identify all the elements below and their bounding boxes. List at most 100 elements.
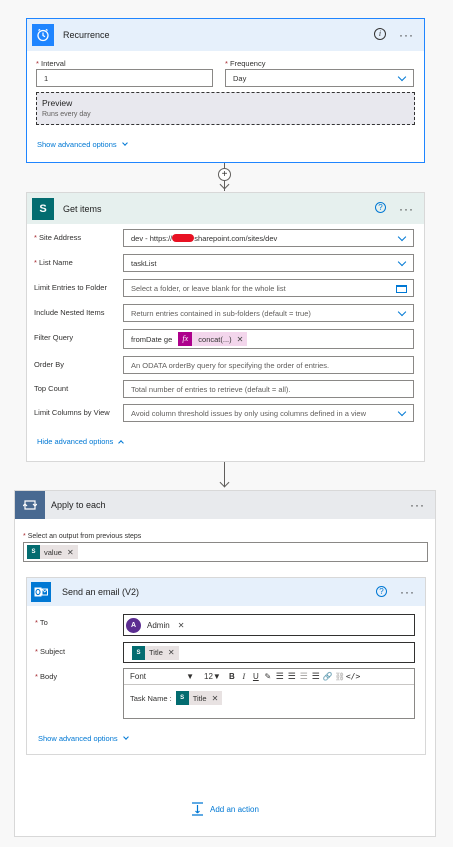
underline-button[interactable]: U (250, 672, 262, 681)
limit-folder-input[interactable]: Select a folder, or leave blank for the … (123, 279, 414, 297)
chevron-down-icon (397, 232, 407, 242)
color-pen-icon[interactable]: ✎ (262, 672, 274, 681)
preview-title: Preview (42, 98, 73, 108)
subject-input[interactable]: S Title ✕ (123, 642, 415, 663)
order-by-label: Order By (34, 360, 65, 369)
filter-query-label: Filter Query (34, 333, 74, 342)
value-token[interactable]: S value ✕ (27, 545, 78, 559)
more-options-button[interactable]: ··· (410, 499, 425, 511)
nested-items-select[interactable]: Return entries contained in sub-folders … (123, 304, 414, 322)
sharepoint-icon: S (27, 545, 40, 559)
redaction-mark (172, 234, 195, 242)
list-name-select[interactable]: taskList (123, 254, 414, 272)
remove-token-icon[interactable]: ✕ (168, 648, 175, 657)
limit-columns-label: Limit Columns by View (34, 408, 110, 417)
send-email-header[interactable]: Send an email (V2) ? ··· (27, 578, 425, 606)
frequency-select[interactable]: Day (225, 69, 414, 87)
frequency-label: * Frequency (225, 59, 266, 68)
frequency-value: Day (233, 73, 247, 83)
chevron-down-icon (397, 307, 407, 317)
avatar: A (126, 617, 141, 633)
remove-token-icon[interactable]: ✕ (212, 694, 219, 703)
indent-icon[interactable]: ☰ (310, 671, 322, 682)
preview-text: Runs every day (42, 111, 91, 118)
admin-recipient-token[interactable]: A Admin ✕ (126, 617, 185, 633)
body-label-text: Body (40, 672, 58, 681)
folder-icon[interactable] (396, 285, 407, 293)
code-view-icon[interactable]: </> (346, 672, 360, 681)
site-address-label: * Site Address (34, 233, 82, 242)
interval-label-text: Interval (41, 59, 66, 68)
body-title-token-label: Title (192, 693, 207, 703)
hide-advanced-label: Hide advanced options (37, 437, 114, 446)
admin-token-label: Admin (147, 620, 170, 630)
show-advanced-options-link[interactable]: Show advanced options (37, 140, 128, 149)
body-content[interactable]: Task Name : S Title ✕ (130, 691, 223, 705)
top-count-placeholder: Total number of entries to retrieve (def… (131, 384, 291, 394)
more-options-button[interactable]: ··· (400, 586, 415, 598)
nested-items-label: Include Nested Items (34, 308, 105, 317)
title-token[interactable]: S Title ✕ (175, 691, 223, 705)
interval-input[interactable]: 1 (36, 69, 213, 87)
hide-advanced-options-link[interactable]: Hide advanced options (37, 437, 125, 446)
help-icon[interactable]: ? (376, 586, 387, 597)
title-token[interactable]: S Title ✕ (132, 645, 179, 660)
bold-button[interactable]: B (226, 672, 238, 681)
add-action-label: Add an action (210, 804, 259, 814)
top-count-input[interactable]: Total number of entries to retrieve (def… (123, 380, 414, 398)
font-select[interactable]: Font ▼ (130, 672, 194, 681)
bullet-list-icon[interactable]: ☰ (274, 671, 286, 682)
send-email-title: Send an email (V2) (62, 587, 140, 597)
chevron-down-icon (397, 72, 407, 82)
font-size-select[interactable]: 12▼ (204, 672, 221, 681)
get-items-header[interactable]: S Get items ? ··· (27, 193, 424, 224)
output-select-input[interactable]: S value ✕ (23, 542, 428, 562)
filter-query-input[interactable]: fromDate ge fx concat(...) ✕ (123, 329, 414, 349)
chevron-up-icon (118, 440, 125, 446)
body-editor: Font ▼ 12▼ B I U ✎ ☰ ☰ ☰ ☰ 🔗 ⛓ </> Task N… (123, 668, 415, 719)
dropdown-arrow-icon: ▼ (212, 672, 221, 681)
site-address-select[interactable]: dev - https:// sharepoint.com/sites/dev (123, 229, 414, 247)
get-items-card: S Get items ? ··· * Site Address dev - h… (26, 192, 425, 462)
help-icon[interactable]: ? (375, 202, 386, 213)
to-label-text: To (39, 618, 48, 627)
rich-text-toolbar: Font ▼ 12▼ B I U ✎ ☰ ☰ ☰ ☰ 🔗 ⛓ </> (124, 669, 414, 685)
chevron-down-icon (397, 257, 407, 267)
filter-query-text: fromDate ge (131, 334, 173, 344)
info-icon[interactable]: i (374, 28, 386, 40)
outlook-icon (31, 582, 51, 602)
sharepoint-icon: S (132, 645, 145, 660)
numbered-list-icon[interactable]: ☰ (286, 671, 298, 682)
chevron-down-icon (122, 734, 129, 740)
italic-button[interactable]: I (238, 672, 250, 681)
to-input[interactable]: A Admin ✕ (123, 614, 415, 636)
concat-label: concat(...) (198, 334, 232, 344)
recurrence-header[interactable]: Recurrence i ··· (27, 19, 424, 51)
remove-token-icon[interactable]: ✕ (237, 335, 244, 344)
apply-to-each-title: Apply to each (51, 500, 106, 510)
value-token-label: value (44, 547, 62, 557)
remove-token-icon[interactable]: ✕ (67, 548, 74, 557)
more-options-button[interactable]: ··· (399, 29, 414, 41)
order-by-input[interactable]: An ODATA orderBy query for specifying th… (123, 356, 414, 374)
apply-to-each-header[interactable]: Apply to each ··· (15, 491, 435, 519)
arrow-down-icon (219, 477, 230, 488)
add-action-button[interactable]: Add an action (191, 802, 259, 816)
show-advanced-label: Show advanced options (38, 734, 118, 743)
top-count-label: Top Count (34, 384, 69, 393)
site-address-suffix: sharepoint.com/sites/dev (194, 233, 278, 243)
recurrence-title: Recurrence (63, 30, 110, 40)
show-advanced-options-link[interactable]: Show advanced options (38, 734, 129, 743)
apply-to-each-card: Apply to each ··· * Select an output fro… (14, 490, 436, 837)
limit-folder-label: Limit Entries to Folder (34, 283, 107, 292)
more-options-button[interactable]: ··· (399, 203, 414, 215)
concat-expression-token[interactable]: fx concat(...) ✕ (178, 332, 248, 346)
interval-value: 1 (44, 73, 49, 83)
outdent-icon[interactable]: ☰ (298, 671, 310, 682)
arrow-down-icon (219, 179, 230, 190)
link-icon[interactable]: 🔗 (322, 672, 334, 681)
limit-columns-select[interactable]: Avoid column threshold issues by only us… (123, 404, 414, 422)
unlink-icon[interactable]: ⛓ (334, 672, 346, 681)
body-text: Task Name : (130, 693, 172, 703)
remove-token-icon[interactable]: ✕ (178, 621, 185, 630)
